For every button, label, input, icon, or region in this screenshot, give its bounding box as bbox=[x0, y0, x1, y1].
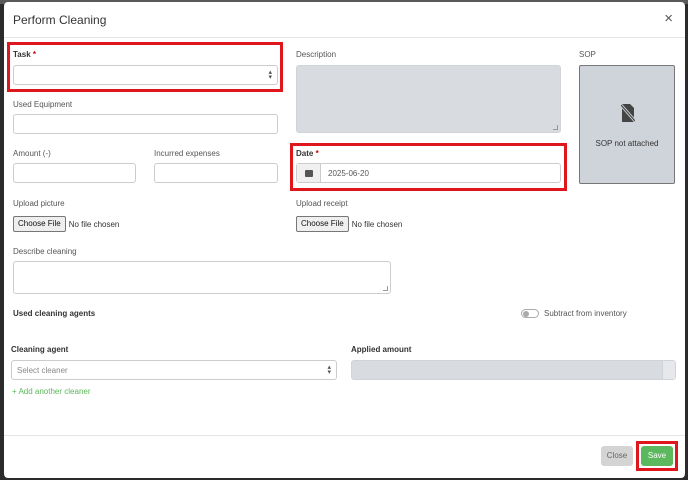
toggle-knob bbox=[523, 311, 529, 317]
cleaning-agent-placeholder: Select cleaner bbox=[17, 366, 68, 375]
sop-status-text: SOP not attached bbox=[595, 139, 659, 148]
select-arrows-icon: ▴ ▾ bbox=[327, 364, 331, 376]
upload-picture-label: Upload picture bbox=[13, 199, 65, 208]
upload-receipt-status: No file chosen bbox=[351, 219, 403, 229]
upload-picture-control: Choose File No file chosen bbox=[13, 216, 119, 232]
upload-receipt-button[interactable]: Choose File bbox=[296, 216, 349, 232]
upload-receipt-control: Choose File No file chosen bbox=[296, 216, 402, 232]
incurred-expenses-label: Incurred expenses bbox=[154, 149, 220, 158]
describe-cleaning-label: Describe cleaning bbox=[13, 247, 77, 256]
modal-footer bbox=[4, 435, 685, 436]
save-highlight-box bbox=[636, 441, 678, 471]
modal-title: Perform Cleaning bbox=[13, 13, 107, 27]
applied-amount-label: Applied amount bbox=[351, 345, 412, 354]
close-button[interactable]: Close bbox=[601, 446, 633, 466]
upload-picture-button[interactable]: Choose File bbox=[13, 216, 66, 232]
upload-receipt-label: Upload receipt bbox=[296, 199, 348, 208]
incurred-expenses-input[interactable] bbox=[154, 163, 278, 183]
subtract-inventory-toggle[interactable] bbox=[521, 309, 539, 318]
amount-label: Amount (-) bbox=[13, 149, 51, 158]
upload-picture-status: No file chosen bbox=[68, 219, 120, 229]
close-icon[interactable]: × bbox=[664, 11, 673, 26]
applied-amount-addon bbox=[662, 361, 675, 379]
subtract-inventory-label: Subtract from inventory bbox=[544, 309, 627, 318]
description-label: Description bbox=[296, 50, 337, 59]
perform-cleaning-modal: Perform Cleaning × Task * ▴ ▾ Description… bbox=[4, 2, 685, 478]
modal-header: Perform Cleaning × bbox=[4, 2, 685, 38]
add-another-cleaner-link[interactable]: + Add another cleaner bbox=[12, 387, 91, 396]
sop-panel: SOP not attached bbox=[579, 65, 675, 184]
description-textarea[interactable] bbox=[296, 65, 561, 133]
used-equipment-label: Used Equipment bbox=[13, 100, 73, 109]
amount-input[interactable] bbox=[13, 163, 136, 183]
applied-amount-input[interactable] bbox=[351, 360, 676, 380]
describe-cleaning-textarea[interactable] bbox=[13, 261, 391, 294]
file-slash-icon bbox=[621, 104, 635, 122]
resize-handle-icon bbox=[383, 286, 388, 291]
date-highlight-box bbox=[290, 143, 567, 191]
task-highlight-box bbox=[7, 42, 283, 92]
used-cleaning-agents-title: Used cleaning agents bbox=[13, 309, 96, 318]
sop-label: SOP bbox=[579, 50, 596, 59]
used-equipment-input[interactable] bbox=[13, 114, 278, 134]
cleaning-agent-label: Cleaning agent bbox=[11, 345, 69, 354]
resize-handle-icon bbox=[553, 125, 558, 130]
cleaning-agent-select[interactable]: Select cleaner ▴ ▾ bbox=[11, 360, 337, 380]
